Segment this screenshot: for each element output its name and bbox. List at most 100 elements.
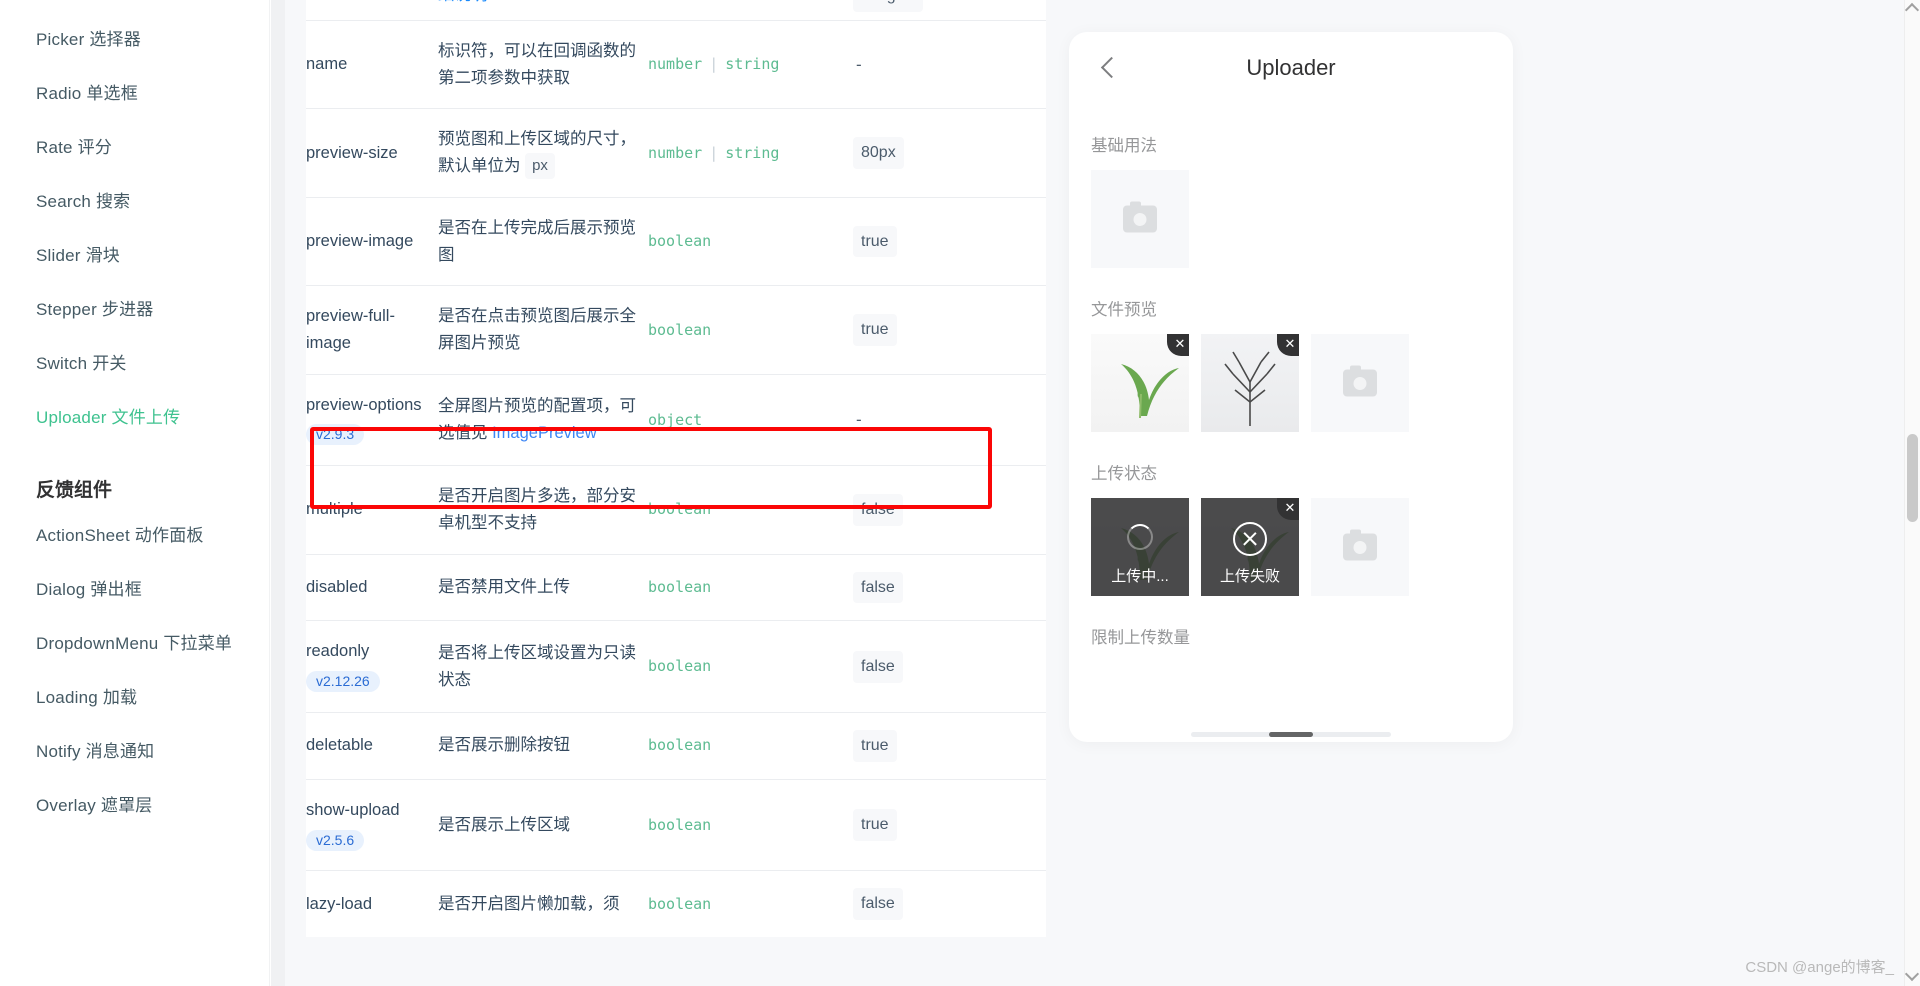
prop-description: 是否展示删除按钮 — [438, 736, 570, 755]
prop-type-cell: boolean — [648, 711, 853, 780]
prop-type: object — [648, 410, 703, 429]
sidebar-item-actionsheet[interactable]: ActionSheet 动作面板 — [0, 506, 269, 560]
chevron-left-icon[interactable] — [1099, 58, 1119, 78]
prop-default: true — [853, 729, 897, 762]
thumbnail-uploading[interactable]: 上传中... — [1091, 498, 1189, 596]
prop-name: disabled — [306, 578, 368, 597]
section-title-basic: 基础用法 — [1091, 137, 1157, 155]
sidebar-item-radio[interactable]: Radio 单选框 — [0, 64, 269, 118]
sidebar-item-slider[interactable]: Slider 滑块 — [0, 226, 269, 280]
uploading-label: 上传中... — [1111, 568, 1169, 585]
sidebar-item-label: Uploader 文件上传 — [36, 407, 181, 427]
prop-default: false — [853, 493, 903, 526]
prop-default-cell: false — [853, 620, 1046, 713]
prop-type-cell: boolean — [648, 620, 853, 713]
file-preview-list: ✕ ✕ — [1069, 334, 1513, 432]
sidebar-item-search[interactable]: Search 搜索 — [0, 172, 269, 226]
preview-thumbnail-leaf[interactable]: ✕ — [1091, 334, 1189, 432]
inline-code-px: px — [525, 153, 555, 180]
prop-description: 是否开启图片多选，部分安卓机型不支持 — [438, 487, 636, 532]
prop-name-cell: readonly v2.12.26 — [306, 620, 438, 713]
prop-description: 是否在上传完成后展示预览图 — [438, 218, 636, 264]
prop-name-cell: deletable — [306, 711, 438, 780]
table-row: preview-full-image 是否在点击预览图后展示全屏图片预览 boo… — [306, 285, 1046, 375]
sidebar-item-label: DropdownMenu 下拉菜单 — [36, 633, 233, 653]
version-badge: v2.5.6 — [306, 829, 365, 851]
scrollbar-thumb[interactable] — [1907, 434, 1918, 522]
sidebar-item-label: Loading 加载 — [36, 687, 138, 707]
prop-desc-cell: 是否将上传区域设置为只读状态 — [438, 620, 648, 713]
prop-desc-cell: 是否开启图片多选，部分安卓机型不支持 — [438, 465, 648, 555]
section-title-upload-status: 上传状态 — [1091, 465, 1157, 483]
table-row: preview-options v2.9.3 全屏图片预览的配置项，可选值见 I… — [306, 373, 1046, 466]
preview-thumbnail-tree[interactable]: ✕ — [1201, 334, 1299, 432]
table-row: disabled 是否禁用文件上传 boolean false — [306, 553, 1046, 621]
sidebar-item-label: ActionSheet 动作面板 — [36, 525, 204, 545]
prop-description: 是否禁用文件上传 — [438, 578, 570, 597]
sidebar-item-stepper[interactable]: Stepper 步进器 — [0, 280, 269, 334]
sidebar-item-label: Radio 单选框 — [36, 83, 138, 103]
thumbnail-failed[interactable]: 上传失败 ✕ — [1201, 498, 1299, 596]
prop-desc-cell: 全屏图片预览的配置项，可选值见 ImagePreview — [438, 373, 648, 466]
prop-name-cell: lazy-load — [306, 870, 438, 938]
component-sidebar[interactable]: Picker 选择器 Radio 单选框 Rate 评分 Search 搜索 S… — [0, 0, 270, 986]
api-props-table: accept 细说明 string image/* — [306, 0, 1046, 938]
scroll-up-arrow-icon[interactable] — [1904, 2, 1920, 18]
upload-button-status[interactable] — [1311, 498, 1409, 596]
table-row: preview-image 是否在上传完成后展示预览图 boolean true — [306, 196, 1046, 286]
sidebar-item-dropdownmenu[interactable]: DropdownMenu 下拉菜单 — [0, 614, 269, 668]
prop-default: image/* — [853, 0, 924, 12]
prop-type-cell: boolean — [648, 196, 853, 286]
prop-description: 标识符，可以在回调函数的第二项参数中获取 — [438, 41, 636, 87]
prop-desc-cell: 是否展示上传区域 — [438, 778, 648, 871]
imagepreview-link[interactable]: ImagePreview — [492, 424, 597, 442]
prop-default: - — [856, 410, 862, 430]
type-secondary: string — [725, 143, 780, 162]
section-title-max-count: 限制上传数量 — [1091, 629, 1190, 647]
sidebar-item-uploader[interactable]: Uploader 文件上传 — [0, 388, 269, 442]
watermark-text: CSDN @ange的博客_ — [1745, 959, 1894, 976]
type-primary: number — [648, 143, 703, 162]
upload-button-file-preview[interactable] — [1311, 334, 1409, 432]
prop-desc-cell: 是否在点击预览图后展示全屏图片预览 — [438, 285, 648, 375]
prop-default: false — [853, 650, 903, 683]
doc-left-rail — [271, 0, 285, 986]
type-secondary: string — [725, 55, 780, 74]
prop-desc-cell: 是否展示删除按钮 — [438, 711, 648, 780]
prop-desc-cell: 标识符，可以在回调函数的第二项参数中获取 — [438, 19, 648, 109]
mobile-preview-panel: Uploader 基础用法 文件预览 ✕ ✕ 上传状态 上传中... 上传失败 … — [1060, 0, 1920, 986]
prop-default-cell: true — [853, 778, 1046, 871]
sidebar-item-loading[interactable]: Loading 加载 — [0, 668, 269, 722]
api-props-card: accept 细说明 string image/* — [306, 0, 1046, 938]
basic-usage-uploader — [1069, 170, 1513, 268]
prop-description: 是否开启图片懒加载，须 — [438, 894, 620, 913]
accept-detail-link[interactable]: 细说明 — [438, 0, 488, 4]
table-row: deletable 是否展示删除按钮 boolean true — [306, 711, 1046, 780]
prop-default: 80px — [853, 137, 904, 170]
page-scrollbar[interactable] — [1904, 0, 1920, 986]
prop-name: preview-options — [306, 395, 422, 414]
prop-type-cell: boolean — [648, 553, 853, 621]
prop-type: number | string — [648, 55, 779, 73]
camera-icon — [1123, 201, 1157, 233]
failed-label: 上传失败 — [1219, 568, 1280, 585]
api-documentation-area: accept 细说明 string image/* — [271, 0, 1060, 986]
scroll-down-arrow-icon[interactable] — [1904, 966, 1920, 982]
sidebar-item-notify[interactable]: Notify 消息通知 — [0, 722, 269, 776]
prop-name: name — [306, 55, 348, 74]
prop-type-cell: boolean — [648, 285, 853, 375]
sidebar-item-dialog[interactable]: Dialog 弹出框 — [0, 560, 269, 614]
prop-name-cell: name — [306, 19, 438, 109]
prop-description: 是否将上传区域设置为只读状态 — [438, 643, 636, 689]
sidebar-item-picker[interactable]: Picker 选择器 — [0, 10, 269, 64]
sidebar-item-overlay[interactable]: Overlay 遮罩层 — [0, 776, 269, 830]
upload-button-basic[interactable] — [1091, 170, 1189, 268]
sidebar-item-rate[interactable]: Rate 评分 — [0, 118, 269, 172]
prop-name-cell: preview-image — [306, 196, 438, 286]
prop-name: lazy-load — [306, 894, 373, 913]
prop-type: boolean — [648, 815, 712, 834]
sidebar-item-label: Rate 评分 — [36, 137, 113, 157]
sidebar-item-switch[interactable]: Switch 开关 — [0, 334, 269, 388]
prop-default: false — [853, 888, 903, 921]
